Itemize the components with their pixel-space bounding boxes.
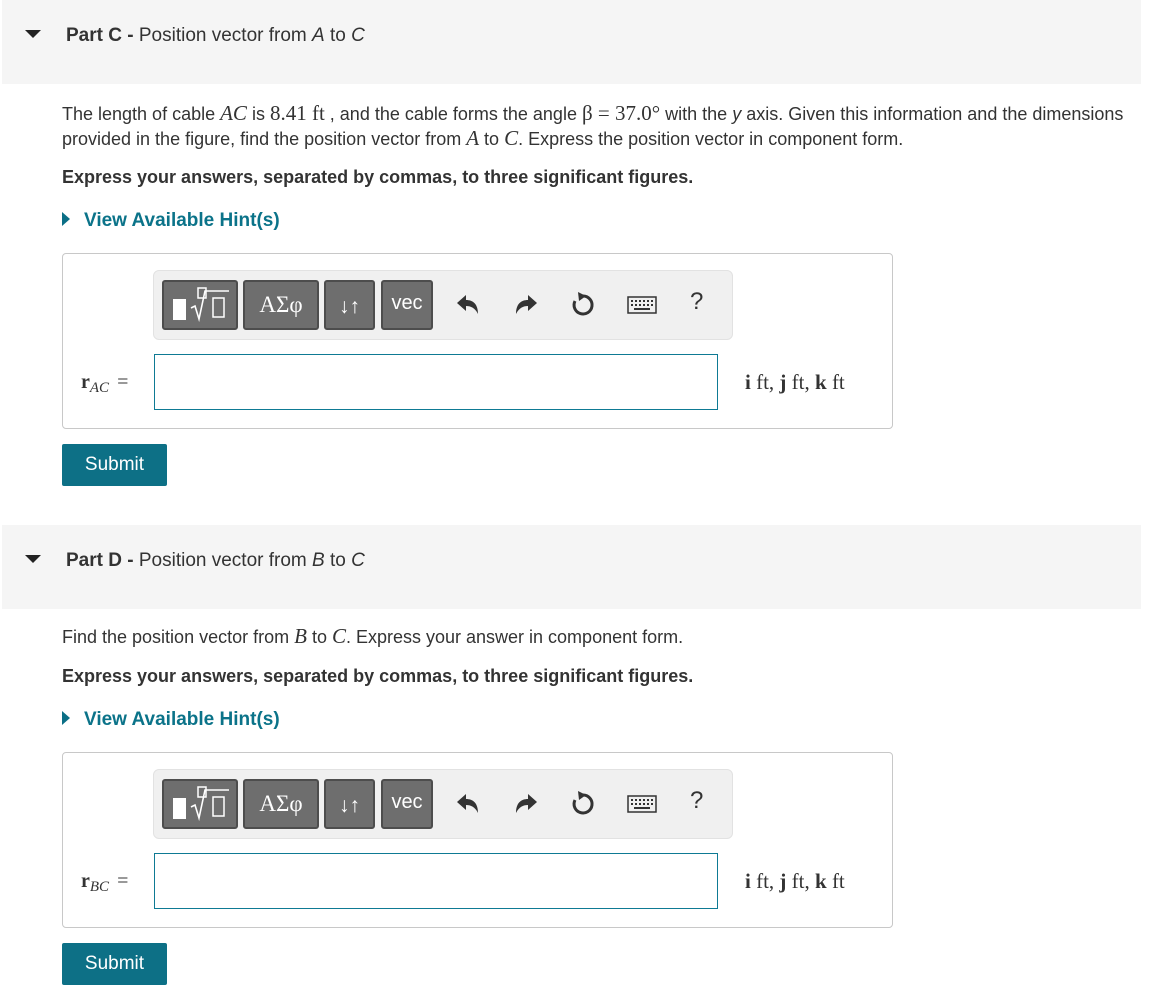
keyboard-icon[interactable] bbox=[625, 788, 659, 820]
part-c-instruction: Express your answers, separated by comma… bbox=[62, 167, 694, 187]
part-c-answer-box: ΑΣφ ↓↑ vec ? rAC = i ft, j ft, k ft bbox=[62, 253, 893, 429]
help-button[interactable]: ? bbox=[690, 288, 703, 316]
part-d-answer-box: ΑΣφ ↓↑ vec ? rBC = i ft, j ft, k ft bbox=[62, 752, 893, 928]
part-c-units: i ft, j ft, k ft bbox=[745, 370, 845, 394]
part-d-variable-label: rBC = bbox=[81, 870, 129, 895]
reset-icon[interactable] bbox=[567, 788, 599, 820]
part-c-problem-text: The length of cable AC is 8.41 ft , and … bbox=[62, 101, 1124, 150]
part-d-units: i ft, j ft, k ft bbox=[745, 869, 845, 893]
part-d-header[interactable]: Part D - Position vector from B to C bbox=[2, 525, 1141, 609]
part-c-hint-link[interactable]: View Available Hint(s) bbox=[62, 210, 280, 232]
redo-icon[interactable] bbox=[510, 788, 542, 820]
redo-icon[interactable] bbox=[510, 289, 542, 321]
part-c-answer-input[interactable] bbox=[154, 354, 718, 410]
math-toolbar: ΑΣφ ↓↑ vec ? bbox=[153, 769, 733, 839]
help-button[interactable]: ? bbox=[690, 787, 703, 815]
part-c-submit-button[interactable]: Submit bbox=[62, 444, 167, 486]
greek-symbols-button[interactable]: ΑΣφ bbox=[243, 779, 319, 829]
undo-icon[interactable] bbox=[452, 289, 484, 321]
part-c-variable-label: rAC = bbox=[81, 371, 129, 396]
math-toolbar: ΑΣφ ↓↑ vec ? bbox=[153, 270, 733, 340]
fraction-root-template-icon bbox=[173, 287, 229, 323]
part-d-submit-button[interactable]: Submit bbox=[62, 943, 167, 985]
part-d-title: Part D - Position vector from B to C bbox=[66, 550, 365, 571]
part-c-title: Part C - Position vector from A to C bbox=[66, 25, 365, 46]
undo-icon[interactable] bbox=[452, 788, 484, 820]
part-d-hint-link[interactable]: View Available Hint(s) bbox=[62, 709, 280, 731]
expand-triangle-icon bbox=[62, 212, 70, 227]
greek-symbols-button[interactable]: ΑΣφ bbox=[243, 280, 319, 330]
collapse-caret-icon[interactable] bbox=[25, 30, 41, 38]
templates-button[interactable] bbox=[162, 779, 238, 829]
expand-triangle-icon bbox=[62, 711, 70, 726]
vector-button[interactable]: vec bbox=[381, 779, 433, 829]
subscript-superscript-button[interactable]: ↓↑ bbox=[324, 779, 375, 829]
part-c-header[interactable]: Part C - Position vector from A to C bbox=[2, 0, 1141, 84]
vector-button[interactable]: vec bbox=[381, 280, 433, 330]
fraction-root-template-icon bbox=[173, 786, 229, 822]
collapse-caret-icon[interactable] bbox=[25, 555, 41, 563]
keyboard-icon[interactable] bbox=[625, 289, 659, 321]
part-d-instruction: Express your answers, separated by comma… bbox=[62, 666, 694, 686]
part-d-problem-text: Find the position vector from B to C. Ex… bbox=[62, 624, 684, 648]
templates-button[interactable] bbox=[162, 280, 238, 330]
reset-icon[interactable] bbox=[567, 289, 599, 321]
part-d-answer-input[interactable] bbox=[154, 853, 718, 909]
subscript-superscript-button[interactable]: ↓↑ bbox=[324, 280, 375, 330]
